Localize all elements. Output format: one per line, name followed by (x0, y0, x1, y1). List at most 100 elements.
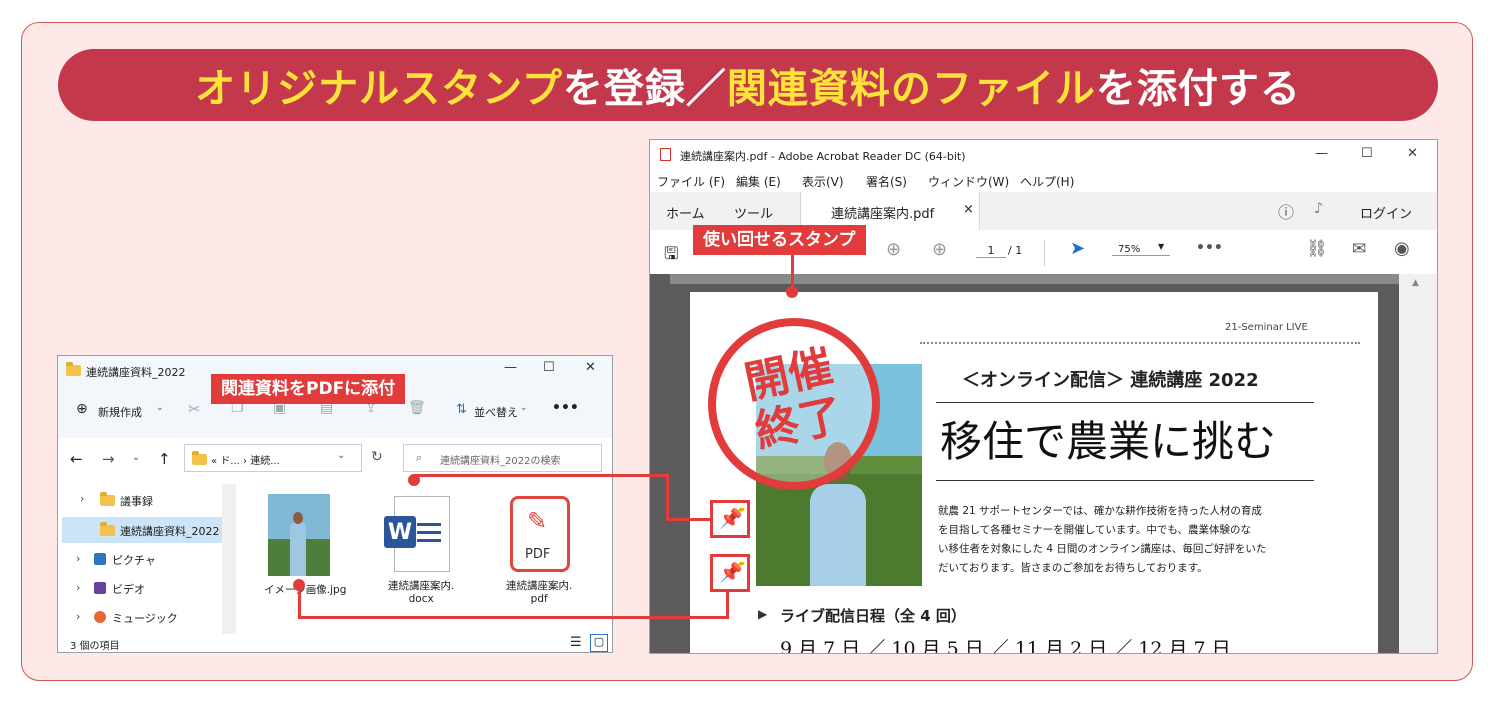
image-file-thumbnail[interactable] (268, 494, 330, 576)
file-name-pdf[interactable]: 連続講座案内. pdf (506, 580, 572, 606)
close-icon[interactable]: ✕ (585, 360, 596, 375)
maximize-icon[interactable]: ☐ (1361, 146, 1373, 161)
dotted-rule (920, 342, 1360, 344)
body-line: 就農 21 サポートセンターでは、確かな耕作技術を持った人材の育成 (938, 505, 1262, 517)
address-bar[interactable]: « ド... › 連続... ⌄ (184, 444, 362, 472)
tree-item-minutes[interactable]: 議事録 (120, 493, 153, 509)
login-button[interactable]: ログイン (1360, 203, 1412, 222)
up-arrow-icon[interactable]: ↑ (158, 450, 171, 468)
menu-help[interactable]: ヘルプ(H) (1020, 173, 1074, 190)
video-icon (94, 582, 106, 594)
menu-window[interactable]: ウィンドウ(W) (928, 173, 1009, 190)
more-options-button[interactable]: ••• (552, 400, 579, 416)
chevron-down-icon[interactable]: ⌄ (132, 452, 140, 463)
menu-view[interactable]: 表示(V) (802, 173, 844, 190)
body-line: だいております。皆さまのご参加をお待ちしております。 (938, 562, 1208, 574)
chevron-down-icon[interactable]: ⌄ (520, 403, 528, 413)
pdf-file-icon[interactable]: ✎ PDF (510, 496, 570, 572)
refresh-icon[interactable]: ↻ (371, 449, 383, 465)
menu-sign[interactable]: 署名(S) (866, 173, 907, 190)
connector-line (726, 592, 729, 619)
page-down-icon[interactable]: ⊕ (932, 239, 947, 260)
account-icon[interactable]: ◉ (1394, 238, 1410, 259)
chevron-right-icon[interactable]: › (80, 492, 84, 505)
title-rule-top (936, 402, 1314, 403)
select-cursor-icon[interactable]: ➤ (1070, 238, 1085, 259)
headline-banner: オリジナルスタンプ を登録／ 関連資料のファイル を添付する (58, 49, 1438, 121)
more-tools-button[interactable]: ••• (1196, 240, 1223, 256)
connector-line (298, 585, 301, 619)
headline-part: 関連資料のファイル (726, 66, 1096, 112)
event-ended-stamp[interactable]: 開催 終了 (708, 318, 880, 490)
scroll-up-icon[interactable]: ▲ (1412, 278, 1419, 288)
chevron-down-icon[interactable]: ⌄ (156, 403, 164, 413)
page-up-icon[interactable]: ⊕ (886, 239, 901, 260)
details-view-icon[interactable]: ☰ (570, 635, 582, 650)
stamp-callout: 使い回せるスタンプ (693, 225, 866, 255)
large-icons-view-icon[interactable]: ▢ (590, 634, 608, 652)
attachment-pin[interactable]: 📌 ▰ (710, 500, 750, 538)
page-number-input[interactable]: 1 (976, 244, 1006, 258)
sidebar-scrollbar[interactable] (222, 484, 236, 634)
folder-icon (100, 492, 115, 506)
share-link-icon[interactable]: ⛓ (1306, 239, 1328, 259)
sort-icon[interactable]: ⇅ (456, 402, 467, 417)
explorer-statusbar: 3 個の項目 ☰ ▢ (58, 634, 612, 652)
acrobat-logo-icon: ✎ (527, 507, 548, 535)
headline-part: を添付する (1095, 66, 1301, 112)
folder-icon (66, 362, 81, 376)
maximize-icon[interactable]: ☐ (543, 360, 555, 375)
save-icon[interactable]: 🖫 (664, 241, 678, 270)
forward-arrow-icon[interactable]: → (102, 450, 115, 468)
acrobat-app-icon (660, 148, 671, 161)
tree-item-videos[interactable]: ビデオ (112, 581, 145, 597)
chevron-right-icon[interactable]: › (76, 552, 80, 565)
menu-file[interactable]: ファイル (F) (657, 173, 725, 190)
connector-dot (408, 474, 420, 486)
schedule-dates: 9 月 7 日 ／ 10 月 5 日 ／ 11 月 2 日 ／ 12 月 7 日 (780, 638, 1231, 654)
headline-part: オリジナルスタンプ (195, 66, 563, 112)
sort-button[interactable]: 並べ替え (474, 404, 518, 420)
delete-icon[interactable]: 🗑 (408, 400, 426, 416)
tab-close-icon[interactable]: × (963, 202, 974, 217)
menu-edit[interactable]: 編集 (E) (736, 173, 781, 190)
tab-tools[interactable]: ツール (734, 203, 773, 222)
mail-icon[interactable]: ✉ (1352, 239, 1366, 259)
tree-item-pictures[interactable]: ピクチャ (112, 552, 156, 568)
search-icon: ⌕ (416, 451, 423, 464)
new-button[interactable]: 新規作成 (98, 404, 142, 420)
attach-callout: 関連資料をPDFに添付 (211, 374, 406, 404)
chevron-right-icon[interactable]: › (76, 581, 80, 594)
tree-item-music[interactable]: ミュージック (112, 610, 178, 626)
vertical-scrollbar[interactable]: ▲ (1399, 274, 1437, 653)
file-name-jpg[interactable]: イメージ画像.jpg (264, 582, 346, 597)
help-icon[interactable]: ⓘ (1278, 199, 1294, 223)
tree-item-course-materials[interactable]: 連続講座資料_2022 (120, 523, 220, 539)
attachment-pin[interactable]: 📌 ▰ (710, 554, 750, 592)
connector-line (413, 474, 668, 477)
back-arrow-icon[interactable]: ← (70, 450, 83, 468)
stamp-text: 開催 終了 (707, 335, 880, 465)
file-name-docx[interactable]: 連続講座案内. docx (388, 580, 454, 606)
explorer-title: 連続講座資料_2022 (86, 366, 186, 379)
chevron-right-icon[interactable]: › (76, 610, 80, 623)
search-box[interactable]: ⌕ 連続講座資料_2022の検索 (403, 444, 602, 472)
tab-home[interactable]: ホーム (666, 203, 705, 222)
add-icon[interactable]: ⊕ (76, 401, 88, 417)
connector-line (666, 474, 669, 520)
word-icon: W (384, 516, 416, 548)
cut-icon[interactable]: ✂ (188, 400, 201, 418)
tab-document-label: 連続講座案内.pdf (831, 207, 935, 222)
window-title: 連続講座案内.pdf - Adobe Acrobat Reader DC (64… (680, 150, 966, 163)
headline-part: を登録／ (562, 66, 727, 112)
close-icon[interactable]: ✕ (1407, 146, 1418, 161)
chevron-down-icon[interactable]: ⌄ (337, 450, 345, 461)
title-rule-bottom (936, 480, 1314, 481)
connector-dot (786, 286, 798, 298)
page-total: / 1 (1008, 244, 1023, 257)
chevron-down-icon[interactable]: ▼ (1158, 242, 1164, 251)
minimize-icon[interactable]: — (504, 360, 517, 375)
minimize-icon[interactable]: — (1315, 146, 1328, 161)
schedule-title: ライブ配信日程（全 4 回） (780, 607, 966, 625)
bell-icon[interactable]: ♪ (1314, 199, 1324, 217)
